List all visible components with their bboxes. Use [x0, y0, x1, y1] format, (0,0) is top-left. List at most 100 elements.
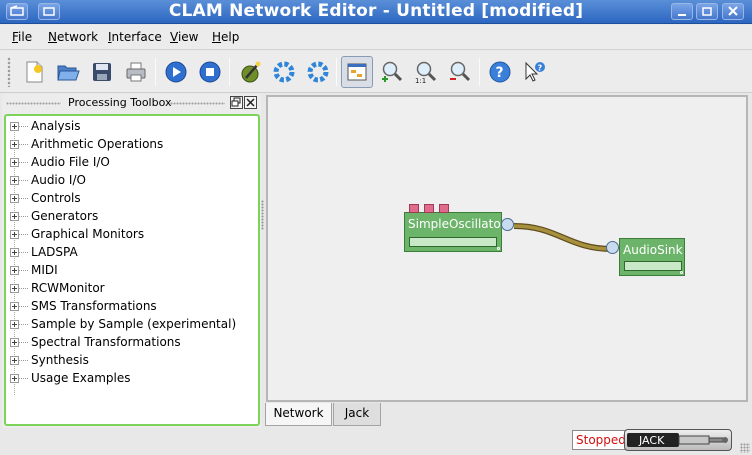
tree-item[interactable]: Analysis [10, 117, 80, 135]
dock-splitter[interactable] [261, 200, 264, 230]
dock-grip [170, 102, 225, 105]
expand-toggle-icon[interactable] [10, 157, 19, 167]
float-icon [231, 97, 241, 107]
maximize-icon [702, 7, 712, 16]
tree-item[interactable]: Generators [10, 207, 98, 225]
expand-toggle-icon[interactable] [10, 337, 19, 347]
size-grip[interactable] [740, 443, 750, 453]
expand-toggle-icon[interactable] [10, 355, 19, 365]
print-button[interactable] [120, 56, 152, 88]
processing-audiosink[interactable]: AudioSink [619, 238, 685, 276]
configure-gear-icon [273, 61, 295, 83]
dock-header[interactable]: Processing Toolbox [2, 94, 261, 112]
configure-alt-button[interactable] [302, 56, 334, 88]
processing-simpleoscillator[interactable]: SimpleOscillator [404, 204, 506, 252]
expand-toggle-icon[interactable] [10, 121, 19, 131]
embed-wizard-button[interactable] [234, 56, 266, 88]
stop-button[interactable] [194, 56, 226, 88]
save-network-button[interactable] [86, 56, 118, 88]
tree-item[interactable]: Audio File I/O [10, 153, 110, 171]
resize-handle[interactable] [680, 271, 683, 274]
help-icon: ? [489, 61, 511, 83]
processing-tree[interactable]: Analysis Arithmetic Operations Audio File … [4, 114, 260, 426]
network-canvas[interactable]: SimpleOscillator AudioSink [266, 95, 748, 402]
menu-network[interactable]: Network [48, 30, 98, 44]
expand-toggle-icon[interactable] [10, 283, 19, 293]
tree-item[interactable]: Arithmetic Operations [10, 135, 163, 153]
expand-toggle-icon[interactable] [10, 229, 19, 239]
minimize-button[interactable] [671, 3, 693, 20]
processing-state-bar [624, 261, 682, 271]
tree-item-label: Analysis [31, 119, 81, 133]
tree-item[interactable]: Audio I/O [10, 171, 86, 189]
zoom-out-button[interactable] [444, 56, 476, 88]
open-network-button[interactable] [52, 56, 84, 88]
tree-item[interactable]: Spectral Transformations [10, 333, 181, 351]
zoom-in-button[interactable] [376, 56, 408, 88]
tree-branch-line [19, 233, 28, 235]
expand-toggle-icon[interactable] [10, 319, 19, 329]
tree-branch-line [19, 287, 28, 289]
toolbar-separator [336, 58, 337, 86]
tree-item-label: Synthesis [31, 353, 89, 367]
control-inport[interactable] [409, 204, 419, 213]
menu-interface[interactable]: Interface [108, 30, 162, 44]
audio-outport[interactable] [501, 218, 514, 231]
play-icon [165, 61, 187, 83]
maximize-button[interactable] [696, 3, 718, 20]
whats-this-icon: ? [525, 61, 545, 82]
expand-toggle-icon[interactable] [10, 301, 19, 311]
control-outport[interactable] [439, 204, 449, 213]
window-title: CLAM Network Editor - Untitled [modified… [168, 1, 584, 21]
fit-view-button[interactable] [341, 56, 373, 88]
expand-toggle-icon[interactable] [10, 265, 19, 275]
tree-item[interactable]: SMS Transformations [10, 297, 157, 315]
configure-button[interactable] [268, 56, 300, 88]
toolbar-separator [479, 58, 480, 86]
control-inport[interactable] [424, 204, 434, 213]
tab-network[interactable]: Network [265, 403, 332, 426]
close-icon [246, 98, 255, 107]
embed-wizard-icon [241, 61, 261, 83]
tree-branch-line [19, 305, 28, 307]
toolbar-grip[interactable] [7, 57, 11, 87]
expand-toggle-icon[interactable] [10, 175, 19, 185]
dock-close-button[interactable] [244, 96, 257, 109]
expand-toggle-icon[interactable] [10, 373, 19, 383]
expand-toggle-icon[interactable] [10, 211, 19, 221]
expand-toggle-icon[interactable] [10, 193, 19, 203]
tree-item[interactable]: LADSPA [10, 243, 78, 261]
resize-handle[interactable] [497, 247, 500, 250]
tree-item-label: SMS Transformations [31, 299, 157, 313]
tree-item[interactable]: MIDI [10, 261, 58, 279]
expand-toggle-icon[interactable] [10, 139, 19, 149]
zoom-reset-button[interactable]: 1:1 [410, 56, 442, 88]
expand-toggle-icon[interactable] [10, 247, 19, 257]
play-button[interactable] [160, 56, 192, 88]
tree-branch-line [19, 179, 28, 181]
main-toolbar: 1:1 ? ? [0, 51, 752, 93]
tree-item[interactable]: RCWMonitor [10, 279, 105, 297]
dock-float-button[interactable] [230, 96, 243, 109]
tree-item[interactable]: Sample by Sample (experimental) [10, 315, 236, 333]
menu-view[interactable]: View [170, 30, 198, 44]
status-bar: Stopped JACK [0, 428, 752, 455]
new-network-button[interactable] [18, 56, 50, 88]
tree-item[interactable]: Synthesis [10, 351, 89, 369]
tree-branch-line [19, 341, 28, 343]
svg-text:JACK: JACK [638, 434, 665, 447]
audio-inport[interactable] [606, 241, 619, 254]
whats-this-button[interactable]: ? [518, 56, 550, 88]
zoom-in-icon [382, 61, 403, 82]
tree-item[interactable]: Controls [10, 189, 81, 207]
tree-branch-line [19, 161, 28, 163]
tab-jack[interactable]: Jack [333, 403, 381, 426]
close-button[interactable] [722, 3, 744, 20]
tree-branch-line [19, 377, 28, 379]
tree-branch-line [19, 197, 28, 199]
tree-item[interactable]: Usage Examples [10, 369, 131, 387]
tree-item[interactable]: Graphical Monitors [10, 225, 144, 243]
help-button[interactable]: ? [484, 56, 516, 88]
menu-file[interactable]: File [12, 30, 32, 44]
menu-help[interactable]: Help [212, 30, 239, 44]
